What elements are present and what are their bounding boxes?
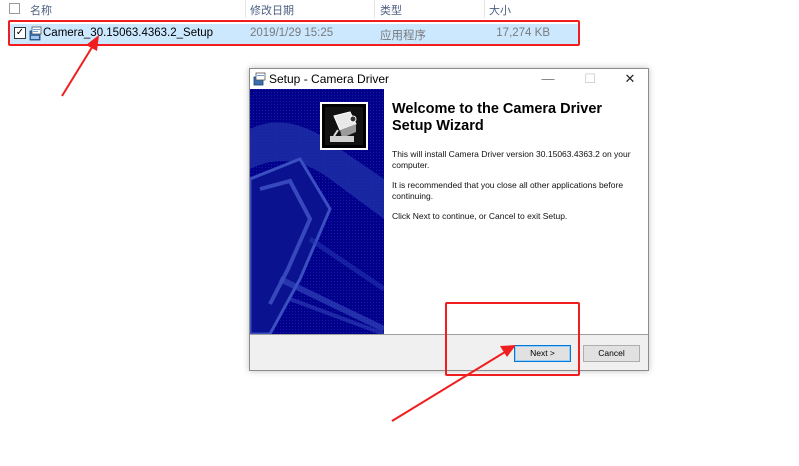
cancel-button[interactable]: Cancel: [583, 345, 640, 362]
annotation-box-next: [445, 302, 580, 376]
wizard-text-install: This will install Camera Driver version …: [392, 149, 631, 170]
file-list-header: 名称 修改日期 类型 大小: [0, 0, 580, 18]
column-divider[interactable]: [245, 0, 246, 18]
wizard-content-panel: Welcome to the Camera Driver Setup Wizar…: [384, 89, 648, 334]
annotation-box-file: [8, 20, 580, 46]
camera-logo-icon: [320, 102, 368, 150]
window-title: Setup - Camera Driver: [269, 72, 390, 86]
column-name-header[interactable]: 名称: [30, 2, 52, 18]
column-type-header[interactable]: 类型: [380, 2, 402, 18]
title-bar[interactable]: Setup - Camera Driver — ☐ ✕: [250, 69, 648, 89]
wizard-heading: Welcome to the Camera Driver Setup Wizar…: [392, 101, 603, 134]
wizard-banner-image: [250, 89, 384, 334]
maximize-button[interactable]: ☐: [570, 69, 610, 89]
column-size-header[interactable]: 大小: [489, 2, 511, 18]
column-date-header[interactable]: 修改日期: [250, 2, 294, 18]
wizard-text-instructions: Click Next to continue, or Cancel to exi…: [392, 211, 568, 221]
column-divider[interactable]: [374, 0, 375, 18]
setup-app-icon: [253, 72, 266, 86]
minimize-button[interactable]: —: [528, 69, 568, 89]
close-button[interactable]: ✕: [610, 69, 650, 89]
wizard-text-recommend: It is recommended that you close all oth…: [392, 180, 624, 201]
select-all-checkbox[interactable]: [9, 3, 20, 14]
column-divider[interactable]: [484, 0, 485, 18]
